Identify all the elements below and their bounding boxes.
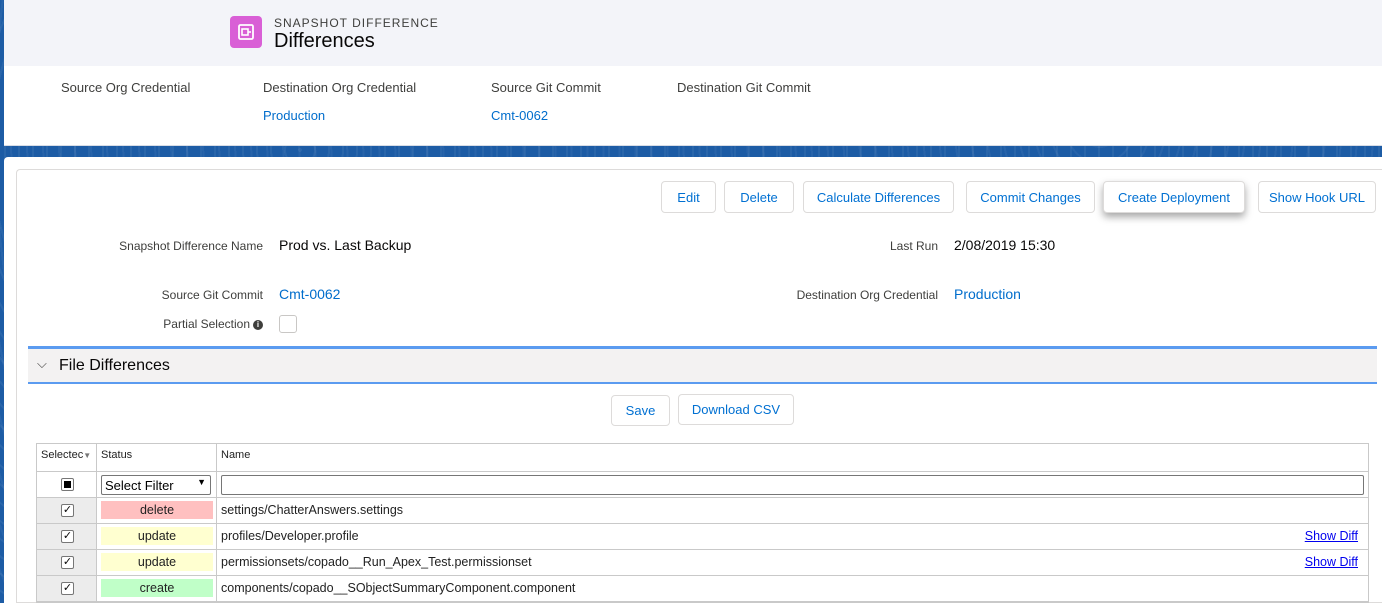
highlight-destination-commit: Destination Git Commit: [677, 80, 811, 95]
grid-filter-row: Select Filter ▼: [37, 472, 1368, 498]
table-row[interactable]: ✓ update profiles/Developer.profile Show…: [37, 524, 1368, 550]
row-name-cell: components/copado__SObjectSummaryCompone…: [217, 576, 1370, 601]
snapshot-name-label: Snapshot Difference Name: [119, 239, 263, 253]
file-name: settings/ChatterAnswers.settings: [221, 503, 404, 517]
file-name: profiles/Developer.profile: [221, 529, 359, 543]
row-name-cell: settings/ChatterAnswers.settings: [217, 498, 1370, 523]
create-deployment-button[interactable]: Create Deployment: [1103, 181, 1245, 213]
file-name: permissionsets/copado__Run_Apex_Test.per…: [221, 555, 532, 569]
row-status-cell: update: [97, 524, 217, 549]
source-commit-link[interactable]: Cmt-0062: [279, 286, 340, 302]
row-status-cell: delete: [97, 498, 217, 523]
partial-selection-label: Partial Selection i: [64, 317, 263, 331]
select-all-checkbox[interactable]: [61, 478, 74, 491]
row-name-cell: profiles/Developer.profile Show Diff: [217, 524, 1370, 549]
section-title: File Differences: [59, 357, 170, 374]
highlight-destination-org: Destination Org Credential Production: [263, 80, 417, 123]
chevron-down-icon[interactable]: ⌵: [37, 356, 47, 372]
destination-org-label: Destination Org Credential: [796, 288, 938, 302]
status-badge: update: [101, 527, 213, 545]
sort-triangle-icon[interactable]: ▼: [83, 451, 91, 460]
record-header: Snapshot Difference Differences Source O…: [4, 0, 1382, 146]
row-select-cell: ✓: [37, 550, 97, 575]
row-status-cell: create: [97, 576, 217, 601]
file-name: components/copado__SObjectSummaryCompone…: [221, 581, 576, 595]
filter-cell-name: [217, 472, 1370, 497]
file-differences-section-header[interactable]: ⌵ File Differences: [28, 346, 1377, 384]
partial-selection-text: Partial Selection: [163, 317, 250, 331]
row-checkbox[interactable]: ✓: [61, 530, 74, 543]
last-run-label: Last Run: [889, 239, 938, 253]
highlight-label: Source Git Commit: [491, 80, 601, 95]
highlight-source-org: Source Org Credential: [61, 80, 190, 95]
row-status-cell: update: [97, 550, 217, 575]
highlight-label: Destination Org Credential: [263, 80, 417, 95]
status-filter-select[interactable]: Select Filter ▼: [101, 475, 211, 495]
source-commit-link[interactable]: Cmt-0062: [491, 108, 548, 123]
delete-button[interactable]: Delete: [724, 181, 794, 213]
snapshot-difference-icon: [230, 16, 262, 48]
row-checkbox[interactable]: ✓: [61, 556, 74, 569]
filter-cell-status: Select Filter ▼: [97, 472, 217, 497]
file-differences-grid: Selectec▼ Status Name Select Filter ▼ ✓ …: [36, 443, 1369, 603]
info-icon[interactable]: i: [253, 319, 263, 330]
destination-org-link[interactable]: Production: [263, 108, 325, 123]
table-row[interactable]: ✓ delete settings/ChatterAnswers.setting…: [37, 498, 1368, 524]
highlight-label: Destination Git Commit: [677, 80, 811, 95]
row-checkbox[interactable]: ✓: [61, 582, 74, 595]
column-header-selected[interactable]: Selectec▼: [37, 444, 97, 471]
table-row[interactable]: ✓ create components/copado__SObjectSumma…: [37, 576, 1368, 602]
column-header-label: Selectec: [41, 449, 84, 461]
filter-cell-selected: [37, 472, 97, 497]
header-top: [4, 0, 1382, 66]
row-select-cell: ✓: [37, 576, 97, 601]
destination-org-link[interactable]: Production: [954, 286, 1021, 302]
name-filter-input[interactable]: [221, 475, 1364, 495]
row-checkbox[interactable]: ✓: [61, 504, 74, 517]
status-badge: create: [101, 579, 213, 597]
show-diff-link[interactable]: Show Diff: [1305, 529, 1358, 543]
status-filter-value: Select Filter: [105, 478, 174, 493]
status-badge: update: [101, 553, 213, 571]
highlight-label: Source Org Credential: [61, 80, 191, 95]
dropdown-arrow-icon: ▼: [197, 477, 206, 487]
download-csv-button[interactable]: Download CSV: [678, 394, 794, 425]
column-header-name[interactable]: Name: [217, 444, 1370, 471]
object-type-label: Snapshot Difference: [274, 16, 439, 30]
grid-header-row: Selectec▼ Status Name: [37, 444, 1368, 472]
save-button[interactable]: Save: [611, 395, 670, 426]
status-badge: delete: [101, 501, 213, 519]
indeterminate-mark: [64, 481, 71, 488]
table-row[interactable]: ✓ update permissionsets/copado__Run_Apex…: [37, 550, 1368, 576]
show-hook-url-button[interactable]: Show Hook URL: [1258, 181, 1376, 213]
row-select-cell: ✓: [37, 498, 97, 523]
row-name-cell: permissionsets/copado__Run_Apex_Test.per…: [217, 550, 1370, 575]
show-diff-link[interactable]: Show Diff: [1305, 555, 1358, 569]
last-run-value: 2/08/2019 15:30: [954, 237, 1056, 253]
highlight-source-commit: Source Git Commit Cmt-0062: [491, 80, 601, 123]
commit-changes-button[interactable]: Commit Changes: [966, 181, 1095, 213]
main-card: Edit Delete Calculate Differences Commit…: [4, 157, 1382, 603]
page-title: Differences: [274, 30, 375, 52]
snapshot-name-value: Prod vs. Last Backup: [279, 237, 412, 253]
column-header-status[interactable]: Status: [97, 444, 217, 471]
edit-button[interactable]: Edit: [661, 181, 716, 213]
row-select-cell: ✓: [37, 524, 97, 549]
partial-selection-checkbox[interactable]: [279, 315, 297, 333]
source-commit-label: Source Git Commit: [161, 288, 263, 302]
calculate-differences-button[interactable]: Calculate Differences: [803, 181, 954, 213]
